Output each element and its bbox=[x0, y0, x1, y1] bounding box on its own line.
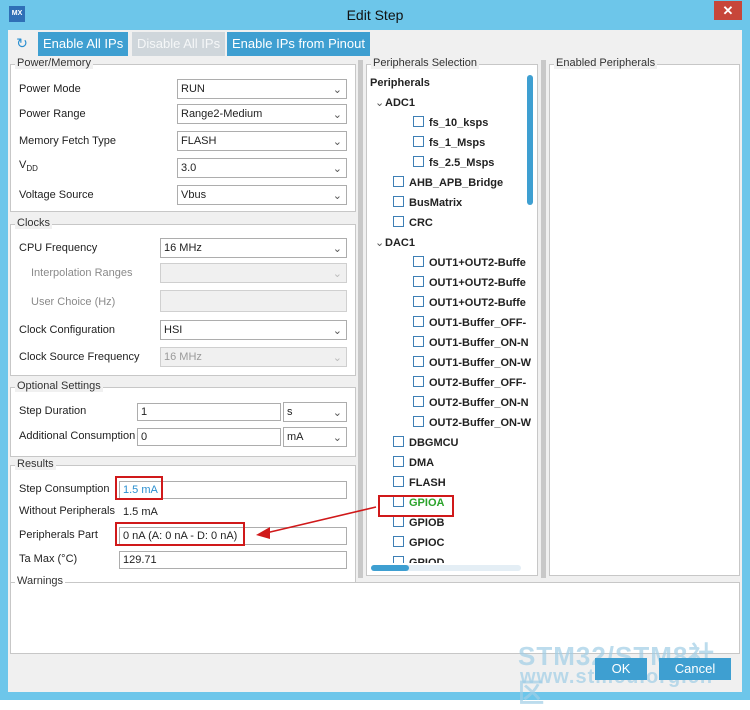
annotation-arrow-head bbox=[256, 527, 270, 539]
window-title: Edit Step bbox=[346, 7, 404, 23]
dialog-client: ↻ Enable All IPs Disable All IPs Enable … bbox=[8, 30, 742, 708]
title-bar: MX Edit Step ✕ bbox=[0, 0, 750, 30]
annotation-arrow-line bbox=[265, 506, 377, 534]
annotation-arrow bbox=[256, 506, 377, 539]
edit-step-window: MX Edit Step ✕ ↻ Enable All IPs Disable … bbox=[0, 0, 750, 708]
close-button[interactable]: ✕ bbox=[714, 1, 742, 20]
